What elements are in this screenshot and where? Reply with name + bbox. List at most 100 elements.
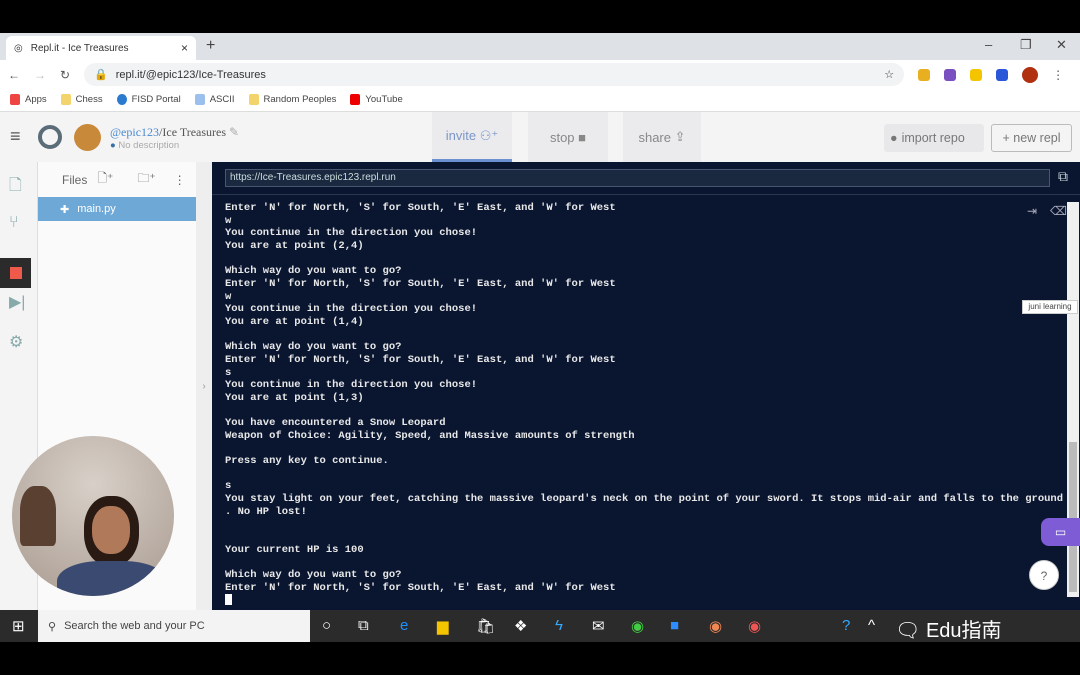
add-folder-icon[interactable]: 🗀⁺ (137, 169, 155, 190)
edge-icon[interactable]: e (400, 617, 408, 634)
close-tab-icon[interactable]: × (181, 41, 188, 55)
run-url-field[interactable]: https://Ice-Treasures.epic123.repl.run (225, 169, 1050, 187)
webcam-overlay (12, 436, 174, 596)
windows-start-icon[interactable]: ⊞ (12, 617, 25, 635)
console-line: You are at point (1,4) (225, 315, 364, 328)
zoom-icon[interactable]: ■ (670, 617, 679, 634)
bookmark-fisd-portal[interactable]: FISD Portal (116, 94, 181, 106)
profile-avatar[interactable] (1022, 66, 1039, 83)
console-exit-icon[interactable]: ⇥ (1027, 204, 1037, 218)
import-repo-button[interactable]: ● import repo (884, 124, 984, 152)
browser-tab[interactable]: ◎ Repl.it - Ice Treasures × (6, 36, 196, 60)
file-item-main-py[interactable]: ✚ main.py (38, 197, 196, 221)
stop-recording-button[interactable] (0, 258, 31, 288)
chrome-profile-icon[interactable]: ◉ (709, 617, 722, 635)
juni-learning-label: juni learning (1022, 300, 1078, 314)
invite-button[interactable]: invite ⚇⁺ (432, 112, 512, 162)
back-icon[interactable]: ← (8, 68, 20, 82)
tray-chevron-icon[interactable]: ^ (868, 617, 875, 634)
files-heading: Files (62, 172, 88, 187)
share-button[interactable]: share ⇪ (623, 112, 701, 162)
bookmark-youtube[interactable]: YouTube (350, 94, 403, 106)
bookmark-star-icon[interactable]: ☆ (884, 68, 894, 81)
bookmark-ascii[interactable]: ASCII (194, 94, 235, 106)
taskbar-search[interactable]: ⚲ Search the web and your PC (38, 610, 310, 642)
replit-logo-icon[interactable] (38, 125, 62, 149)
chat-icon[interactable]: ▭ (1041, 518, 1080, 546)
console-line: s (225, 480, 232, 493)
extension-icon[interactable] (970, 68, 983, 81)
extension-icon[interactable] (944, 68, 957, 81)
console-output: Enter 'N' for North, 'S' for South, 'E' … (225, 202, 1063, 607)
share-icon: ⇪ (674, 129, 686, 144)
app-icon[interactable]: ϟ (555, 617, 563, 634)
mail-icon[interactable]: ✉ (592, 617, 605, 635)
reload-icon[interactable]: ↻ (60, 68, 70, 82)
clear-console-icon[interactable]: ⌫ (1050, 204, 1067, 218)
output-console[interactable]: https://Ice-Treasures.epic123.repl.run ⧉… (212, 162, 1080, 610)
dropbox-icon[interactable]: ❖ (514, 617, 527, 635)
panel-resize-handle[interactable]: › (196, 162, 212, 610)
bookmark-apps[interactable]: Apps (10, 94, 47, 106)
task-view-icon[interactable]: ⧉ (358, 617, 369, 634)
minimize-button[interactable]: – (985, 37, 992, 52)
files-icon[interactable]: 🗋 (9, 174, 22, 201)
store-icon[interactable]: 🛍 (476, 617, 495, 635)
more-options-icon[interactable]: ⋮ (174, 173, 186, 187)
repl-description[interactable]: No description (118, 140, 179, 151)
lock-icon: 🔒 (94, 69, 108, 81)
bookmark-random-peoples[interactable]: Random Peoples (248, 94, 336, 106)
help-button[interactable]: ? (1029, 560, 1059, 590)
repl-name[interactable]: /Ice Treasures (159, 125, 226, 139)
address-bar-row: ← → ↻ 🔒 repl.it/@epic123/Ice-Treasures ☆… (0, 60, 1080, 89)
extension-icon[interactable] (996, 68, 1009, 81)
tab-title: Repl.it - Ice Treasures (30, 42, 129, 54)
console-line: . No HP lost! (225, 505, 307, 518)
chrome-icon[interactable]: ◉ (631, 617, 644, 635)
console-line: Your current HP is 100 (225, 543, 364, 556)
bookmark-chess[interactable]: Chess (60, 94, 103, 106)
console-line: w (225, 214, 232, 227)
debugger-icon[interactable]: ▶| (9, 292, 25, 312)
console-line: You continue in the direction you chose! (225, 227, 478, 240)
console-line: w (225, 290, 232, 303)
stop-button[interactable]: stop ■ (528, 112, 608, 162)
chrome-active-icon[interactable]: ◉ (748, 617, 761, 635)
wechat-watermark: 🗨 Edu指南 (895, 620, 1002, 642)
repl-owner-link[interactable]: @epic123 (110, 125, 159, 139)
edit-pencil-icon[interactable]: ✎ (229, 125, 239, 139)
help-tray-icon[interactable]: ? (842, 617, 850, 634)
user-avatar[interactable] (74, 124, 101, 151)
new-repl-button[interactable]: + new repl (991, 124, 1072, 152)
console-line: You continue in the direction you chose! (225, 379, 478, 392)
new-tab-button[interactable]: + (206, 37, 215, 55)
close-window-button[interactable]: ✕ (1056, 37, 1067, 53)
console-line: You are at point (1,3) (225, 391, 364, 404)
version-control-icon[interactable]: ⑂ (9, 214, 19, 232)
hamburger-menu-icon[interactable]: ≡ (10, 126, 21, 147)
browser-tab-bar: ◎ Repl.it - Ice Treasures × + – ❐ ✕ (0, 33, 1080, 60)
console-line: Enter 'N' for North, 'S' for South, 'E' … (225, 581, 616, 594)
url-field[interactable]: 🔒 repl.it/@epic123/Ice-Treasures ☆ (84, 63, 905, 86)
restore-button[interactable]: ❐ (1020, 37, 1032, 53)
repl-header: ≡ @epic123/Ice Treasures ✎ ● No descript… (0, 112, 1080, 162)
add-file-icon[interactable]: 🗋⁺ (97, 169, 113, 190)
forward-icon[interactable]: → (34, 68, 46, 82)
console-line: Enter 'N' for North, 'S' for South, 'E' … (225, 353, 616, 366)
menu-kebab-icon[interactable]: ⋮ (1052, 68, 1064, 82)
extension-icon[interactable] (918, 68, 931, 81)
console-line: Weapon of Choice: Agility, Speed, and Ma… (225, 429, 635, 442)
file-explorer-icon[interactable]: ▆ (437, 617, 449, 635)
search-icon: ⚲ (48, 620, 57, 633)
console-cursor[interactable] (225, 594, 232, 606)
open-in-new-tab-icon[interactable]: ⧉ (1058, 168, 1068, 185)
cortana-icon[interactable]: ○ (322, 617, 331, 634)
python-icon: ● (110, 140, 116, 151)
console-line: You have encountered a Snow Leopard (225, 417, 446, 430)
settings-gear-icon[interactable]: ⚙ (9, 332, 23, 352)
console-line: Enter 'N' for North, 'S' for South, 'E' … (225, 202, 616, 214)
